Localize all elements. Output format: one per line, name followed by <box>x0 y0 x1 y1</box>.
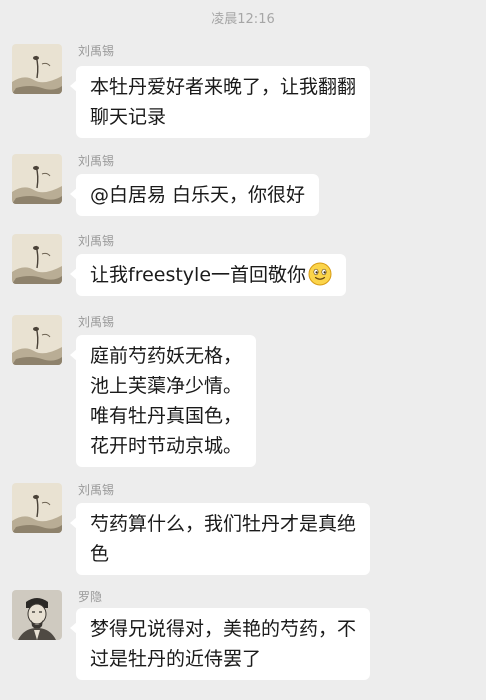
avatar-liu-yuxi[interactable] <box>12 44 62 94</box>
message-text-line: 唯有牡丹真国色， <box>90 405 243 427</box>
avatar-liu-yuxi[interactable] <box>12 483 62 533</box>
message-text-line: 色 <box>90 543 110 565</box>
smiling-face-emoji-icon <box>308 262 332 286</box>
message-text-line: 庭前芍药妖无格， <box>90 345 243 367</box>
chat-view: 凌晨12:16 刘禹锡 本牡丹爱好者来晚了，让我翻翻 聊天记录 刘禹锡 @白居易… <box>0 0 486 700</box>
message-timestamp: 凌晨12:16 <box>211 12 275 27</box>
message-text-line: 花开时节动京城。 <box>90 435 243 457</box>
message-bubble[interactable]: 让我freestyle一首回敬你 <box>69 254 347 296</box>
landscape-painting-icon <box>12 234 62 284</box>
message-bubble[interactable]: @白居易 白乐天，你很好 <box>69 174 320 216</box>
message-bubble[interactable]: 本牡丹爱好者来晚了，让我翻翻 聊天记录 <box>69 66 371 138</box>
landscape-painting-icon <box>12 154 62 204</box>
message-text-line: @白居易 白乐天，你很好 <box>90 184 306 206</box>
sender-name: 罗隐 <box>78 590 103 604</box>
message-text-line: 梦得兄说得对，美艳的芍药，不 <box>90 618 357 640</box>
message-text-line: 芍药算什么，我们牡丹才是真绝 <box>90 513 357 535</box>
ink-portrait-icon <box>12 590 62 640</box>
avatar-liu-yuxi[interactable] <box>12 154 62 204</box>
landscape-painting-icon <box>12 44 62 94</box>
sender-name: 刘禹锡 <box>78 315 115 329</box>
message-text-line: 过是牡丹的近侍罢了 <box>90 648 262 670</box>
message-text-line: 池上芙蕖净少情。 <box>90 375 243 397</box>
landscape-painting-icon <box>12 483 62 533</box>
message-bubble[interactable]: 梦得兄说得对，美艳的芍药，不 过是牡丹的近侍罢了 <box>69 608 371 680</box>
avatar-luo-yin[interactable] <box>12 590 62 640</box>
avatar-liu-yuxi[interactable] <box>12 315 62 365</box>
sender-name: 刘禹锡 <box>78 234 115 248</box>
message-text-line: 本牡丹爱好者来晚了，让我翻翻 <box>90 76 357 98</box>
landscape-painting-icon <box>12 315 62 365</box>
sender-name: 刘禹锡 <box>78 154 115 168</box>
message-text-line: 让我freestyle一首回敬你 <box>90 260 332 290</box>
message-text-line: 聊天记录 <box>90 106 167 128</box>
avatar-liu-yuxi[interactable] <box>12 234 62 284</box>
message-bubble[interactable]: 庭前芍药妖无格， 池上芙蕖净少情。 唯有牡丹真国色， 花开时节动京城。 <box>69 335 257 467</box>
message-text: 让我freestyle一首回敬你 <box>90 264 307 286</box>
sender-name: 刘禹锡 <box>78 483 115 497</box>
sender-name: 刘禹锡 <box>78 44 115 58</box>
message-bubble[interactable]: 芍药算什么，我们牡丹才是真绝 色 <box>69 503 371 575</box>
